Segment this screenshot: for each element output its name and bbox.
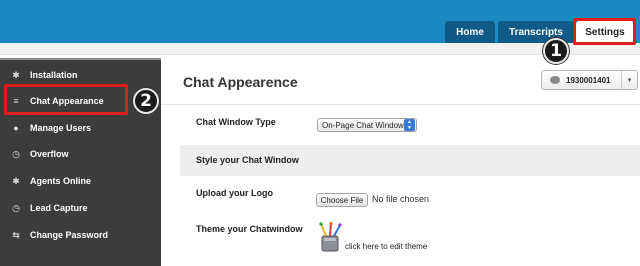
settings-highlight-box bbox=[573, 18, 636, 45]
step-badge-2: 2 bbox=[133, 88, 159, 114]
theme-label: Theme your Chatwindow bbox=[196, 224, 303, 234]
section-title: Style your Chat Window bbox=[196, 155, 299, 165]
sidebar-item-label: Lead Capture bbox=[30, 203, 88, 213]
sidebar-item-manage-users[interactable]: ● Manage Users bbox=[0, 115, 161, 141]
chevron-down-icon: ▾ bbox=[621, 71, 637, 89]
file-status-text: No file chosen bbox=[372, 194, 430, 204]
chat-bubble-icon bbox=[550, 76, 560, 84]
sidebar-item-overflow[interactable]: ◷ Overflow bbox=[0, 141, 161, 167]
chat-window-type-label: Chat Window Type bbox=[196, 117, 276, 127]
user-dropdown-value: 1930001401 bbox=[566, 75, 611, 85]
sidebar-item-label: Overflow bbox=[30, 149, 69, 159]
sidebar-item-lead-capture[interactable]: ◷ Lead Capture bbox=[0, 195, 161, 221]
upload-logo-label: Upload your Logo bbox=[196, 188, 273, 198]
sidebar-item-label: Manage Users bbox=[30, 123, 92, 133]
sidebar-item-change-password[interactable]: ⇆ Change Password bbox=[0, 222, 161, 248]
chat-window-type-select[interactable]: On-Page Chat Window ▲ ▼ bbox=[317, 118, 417, 132]
select-arrows-icon: ▲ ▼ bbox=[404, 119, 415, 131]
step-badge-1: 1 bbox=[543, 38, 569, 64]
refresh-icon: ⇆ bbox=[12, 229, 20, 240]
choose-file-button[interactable]: Choose File bbox=[316, 193, 368, 207]
chat-window-type-value: On-Page Chat Window bbox=[322, 120, 404, 130]
sidebar-item-label: Change Password bbox=[30, 230, 109, 240]
sidebar-item-agents-online[interactable]: ✱ Agents Online bbox=[0, 168, 161, 194]
paint-brush-icon[interactable] bbox=[317, 222, 343, 252]
user-dropdown[interactable]: 1930001401 ▾ bbox=[541, 70, 638, 90]
gear-icon: ✱ bbox=[12, 175, 20, 186]
tab-home[interactable]: Home bbox=[445, 21, 495, 43]
user-icon: ● bbox=[13, 123, 19, 133]
page-title: Chat Appearence bbox=[183, 74, 298, 90]
edit-theme-link[interactable]: click here to edit theme bbox=[345, 242, 427, 251]
clock-icon: ◷ bbox=[12, 202, 20, 213]
chat-appearance-highlight-box bbox=[4, 84, 128, 115]
title-divider bbox=[161, 104, 640, 105]
gear-icon: ✱ bbox=[12, 69, 20, 80]
sidebar-item-label: Agents Online bbox=[30, 176, 92, 186]
clock-icon: ◷ bbox=[12, 148, 20, 159]
sidebar-item-label: Installation bbox=[30, 70, 78, 80]
